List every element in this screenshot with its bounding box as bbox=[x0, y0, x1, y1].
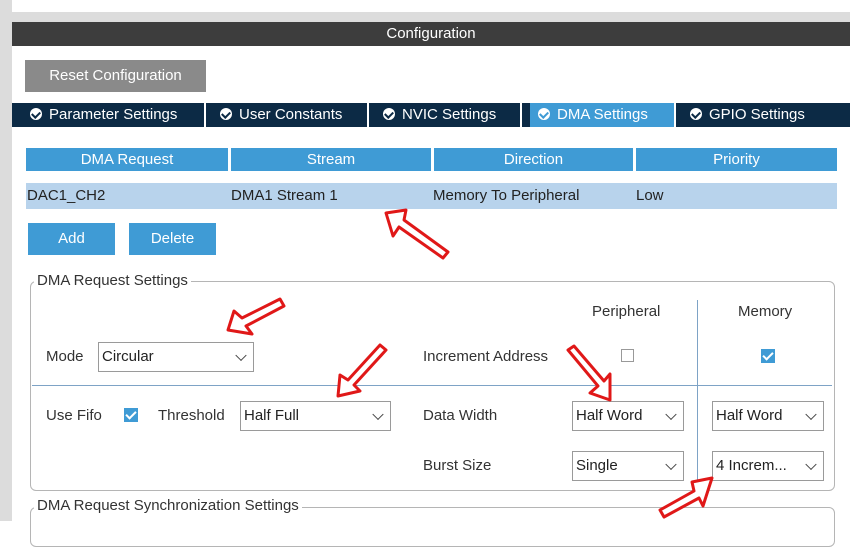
annotation-arrow-icon bbox=[336, 343, 388, 398]
annotation-arrow-icon bbox=[384, 208, 450, 260]
annotation-arrow-icon bbox=[658, 476, 714, 519]
annotation-arrows bbox=[226, 208, 714, 519]
annotation-arrow-icon bbox=[566, 344, 612, 402]
annotation-arrow-icon bbox=[226, 297, 286, 336]
